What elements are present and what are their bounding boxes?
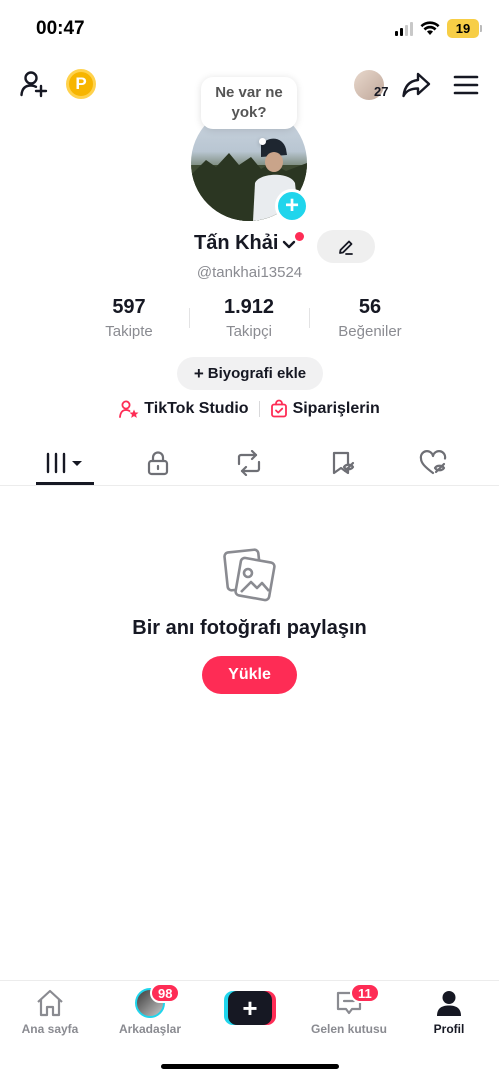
tab-private[interactable] [128,448,188,478]
shopping-bag-icon [270,399,287,418]
hamburger-menu-icon [453,75,479,95]
add-friend-button[interactable] [18,68,50,100]
stat-following-label: Takipte [105,323,153,340]
signal-icon [395,21,413,36]
stat-likes-value: 56 [358,296,382,318]
nav-profile-label: Profil [433,1022,465,1036]
photo-icon [222,547,278,608]
add-bio-button[interactable]: + Biyografi ekle [177,357,323,390]
nav-profile[interactable]: Profil [399,987,499,1036]
add-bio-label: Biyografi ekle [207,365,307,382]
wifi-icon [420,21,440,35]
pencil-icon [339,240,353,255]
nav-home-label: Ana sayfa [21,1022,79,1036]
empty-state-title: Bir anı fotoğrafı paylaşın [132,617,367,639]
stat-followers-value: 1.912 [223,296,275,318]
share-icon [402,72,431,98]
inbox-badge: 11 [350,983,380,1003]
profile-links: TikTok Studio Siparişlerin [0,399,499,418]
person-star-icon [119,400,139,418]
nav-home[interactable]: Ana sayfa [0,987,100,1036]
friends-count: 27 [374,84,389,99]
nav-inbox-label: Gelen kutusu [310,1022,387,1036]
status-icons: 19 [395,19,482,38]
heart-hidden-icon [419,450,447,475]
profile-name-row[interactable]: Tấn Khải [194,232,298,255]
stat-following-value: 597 [112,296,146,318]
orders-label: Siparişlerin [292,399,380,417]
create-button[interactable]: + [224,991,276,1025]
status-time: 00:47 [36,18,85,39]
nav-inbox[interactable]: Gelen kutusu 11 [299,983,399,1036]
add-person-icon [20,71,48,98]
notification-dot [295,232,304,241]
stat-likes-label: Beğeniler [338,323,402,340]
upload-button[interactable]: Yükle [202,656,297,694]
grid-icon [46,452,82,474]
status-bar: 00:47 19 [0,0,499,60]
links-divider [258,400,260,417]
plus-icon: + [193,363,204,383]
stat-followers-label: Takipçi [226,323,272,340]
plus-icon: + [228,991,272,1025]
coin-button[interactable]: P [66,69,96,99]
share-button[interactable] [400,69,432,101]
profile-icon [437,991,461,1016]
nav-friends-label: Arkadaşlar [118,1022,182,1036]
tiktok-studio-link[interactable]: TikTok Studio [119,399,249,418]
note-bubble[interactable]: Ne var ne yok? [201,77,297,129]
home-icon [37,989,63,1017]
stat-likes[interactable]: 56 Beğeniler [305,296,435,340]
battery-indicator: 19 [447,19,482,38]
lock-icon [147,451,169,476]
edit-profile-button[interactable] [317,230,375,263]
add-story-button[interactable]: + [275,189,309,223]
note-bubble-tail [259,138,266,145]
active-tab-indicator [36,482,94,485]
tab-reposts[interactable] [219,448,279,478]
profile-username: @tankhai13524 [196,264,303,281]
profile-name: Tấn Khải [194,232,279,254]
bookmark-hidden-icon [332,451,355,475]
friends-badge: 98 [150,983,181,1003]
home-indicator [161,1064,339,1069]
stat-followers[interactable]: 1.912 Takipçi [184,296,314,340]
orders-link[interactable]: Siparişlerin [270,399,380,418]
nav-friends[interactable]: Arkadaşlar 98 [100,983,200,1036]
menu-button[interactable] [451,70,481,100]
stat-following[interactable]: 597 Takipte [64,296,194,340]
tab-liked[interactable] [404,448,464,478]
content-tabs [0,440,499,486]
repost-icon [237,450,261,476]
tiktok-studio-label: TikTok Studio [144,399,249,417]
tab-videos[interactable] [34,448,94,478]
tab-favorites[interactable] [313,448,373,478]
